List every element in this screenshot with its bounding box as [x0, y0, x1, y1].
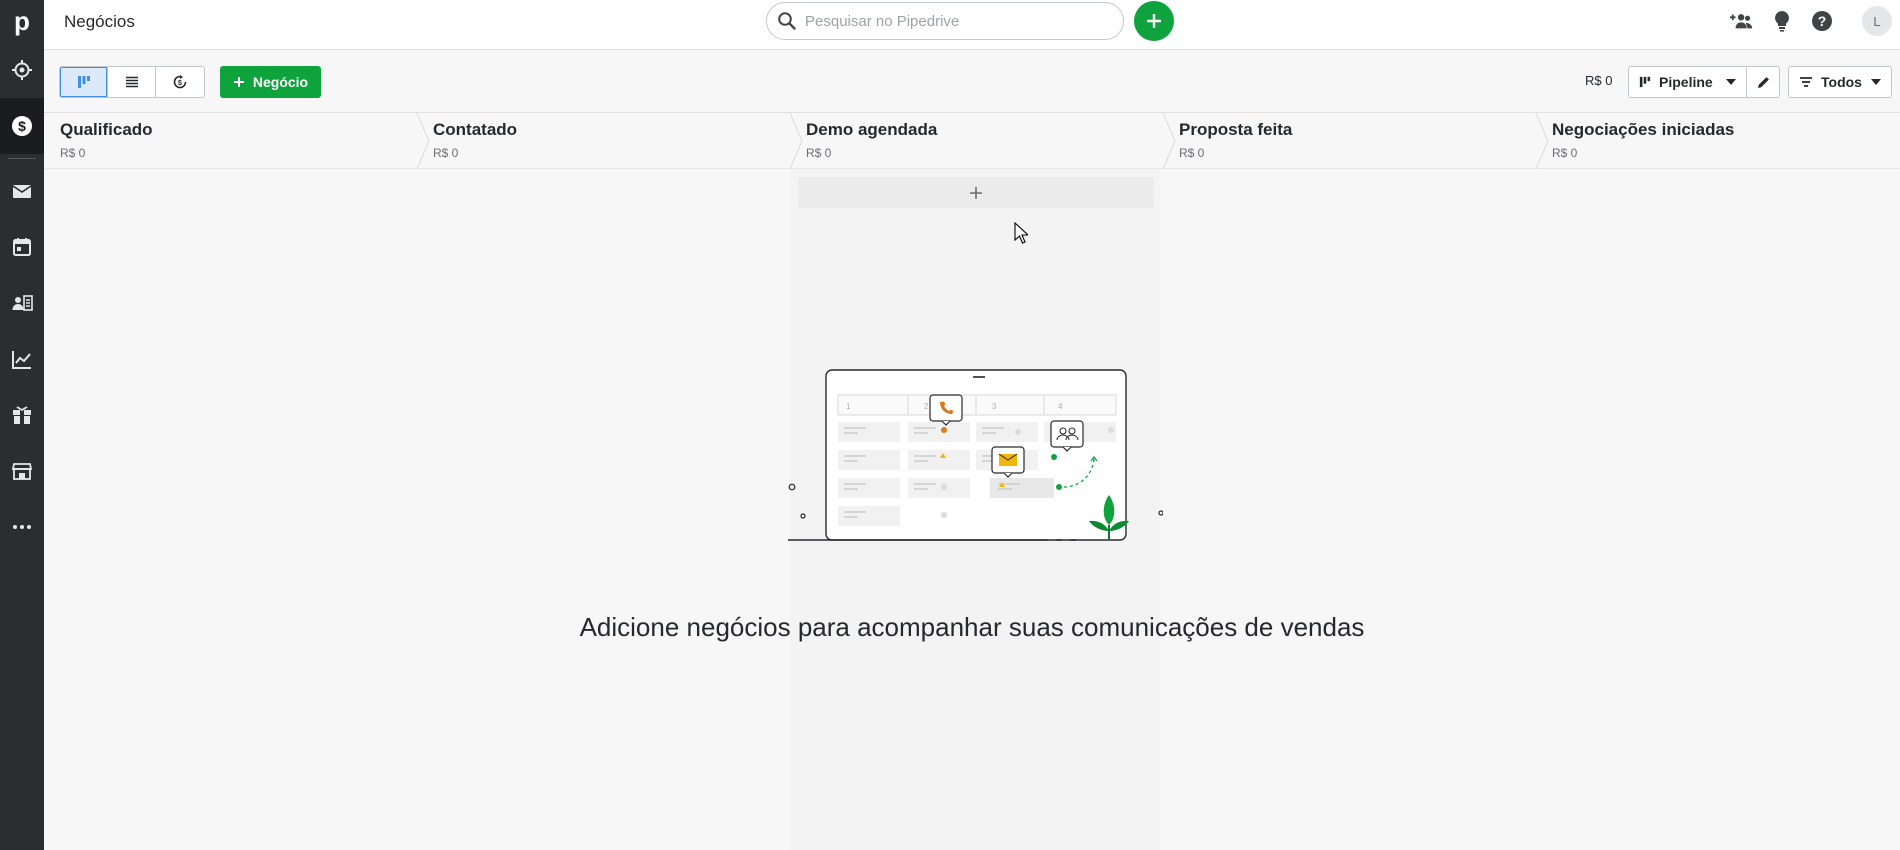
sidebar-item-insights[interactable]	[0, 331, 44, 387]
deals-toolbar: $ Negócio R$ 0 Pipeline Todos	[44, 51, 1900, 113]
sidebar-item-mail[interactable]	[0, 163, 44, 219]
svg-text:$: $	[178, 80, 182, 87]
illustration-stage-number: 1	[846, 402, 851, 411]
list-icon	[125, 76, 138, 88]
filter-label: Todos	[1821, 74, 1862, 90]
svg-text:$: $	[18, 118, 26, 134]
mouse-cursor-icon	[1014, 222, 1028, 244]
contacts-icon	[12, 295, 33, 311]
illustration-stage-number: 4	[1058, 402, 1063, 411]
chevron-down-icon	[1871, 79, 1881, 85]
left-sidebar: p $	[0, 0, 44, 850]
pipedrive-logo[interactable]: p	[0, 0, 44, 42]
chevron-down-icon	[1726, 79, 1736, 85]
invite-users-button[interactable]	[1730, 9, 1754, 33]
search-input[interactable]	[805, 12, 1123, 30]
tips-button[interactable]	[1770, 9, 1794, 33]
filter-selector[interactable]: Todos	[1788, 66, 1892, 98]
stage-name: Contatado	[433, 120, 518, 139]
page-title: Negócios	[64, 12, 135, 31]
add-user-icon	[1730, 14, 1753, 29]
list-view-button[interactable]	[108, 67, 156, 97]
pipeline-label: Pipeline	[1659, 74, 1713, 90]
store-icon	[11, 463, 33, 480]
stage-name: Proposta feita	[1179, 120, 1293, 139]
empty-pipeline-illustration: 1 2 3 4	[788, 369, 1163, 541]
stage-name: Negociações iniciadas	[1552, 120, 1735, 139]
plus-icon	[970, 186, 982, 199]
sidebar-divider	[8, 158, 36, 159]
pipeline-view-button[interactable]	[60, 67, 108, 97]
add-deal-in-stage-button[interactable]	[798, 177, 1154, 208]
plus-icon	[1147, 14, 1161, 28]
search-icon	[778, 12, 796, 30]
sidebar-item-leads[interactable]	[0, 42, 44, 98]
sidebar-item-marketplace[interactable]	[0, 443, 44, 499]
plus-icon	[233, 77, 244, 87]
stage-value: R$ 0	[806, 146, 832, 160]
sidebar-item-products[interactable]	[0, 387, 44, 443]
top-bar: Negócios ? L	[44, 0, 1900, 50]
calendar-icon	[13, 238, 31, 256]
view-switcher: $	[59, 66, 205, 98]
dollar-icon: $	[12, 116, 32, 136]
svg-text:?: ?	[1818, 13, 1827, 29]
quick-add-button[interactable]	[1134, 1, 1174, 41]
stage-header[interactable]: Demo agendada R$ 0	[790, 113, 1163, 169]
edit-pipeline-button[interactable]	[1746, 66, 1780, 98]
sidebar-item-activities[interactable]	[0, 219, 44, 275]
stage-header[interactable]: Contatado R$ 0	[417, 113, 790, 169]
stage-name: Demo agendada	[806, 120, 938, 139]
stage-header[interactable]: Proposta feita R$ 0	[1163, 113, 1536, 169]
sidebar-item-deals[interactable]: $	[0, 98, 44, 154]
filter-icon	[1800, 77, 1812, 87]
more-icon	[13, 525, 31, 529]
stage-value: R$ 0	[433, 146, 459, 160]
box-icon	[13, 406, 31, 424]
add-deal-button[interactable]: Negócio	[220, 66, 321, 98]
pipeline-stages: Qualificado R$ 0 Contatado R$ 0 Demo age…	[44, 113, 1900, 169]
help-button[interactable]: ?	[1810, 9, 1834, 33]
lightbulb-icon	[1775, 11, 1789, 32]
stage-name: Qualificado	[60, 120, 153, 139]
sidebar-item-contacts[interactable]	[0, 275, 44, 331]
stage-header[interactable]: Negociações iniciadas R$ 0	[1536, 113, 1900, 169]
stage-value: R$ 0	[1179, 146, 1205, 160]
kanban-icon	[1639, 76, 1651, 88]
illustration-stage-number: 3	[992, 402, 997, 411]
search-box[interactable]	[766, 2, 1124, 40]
pencil-icon	[1757, 76, 1769, 88]
user-avatar[interactable]: L	[1862, 6, 1892, 36]
sidebar-item-more[interactable]	[0, 499, 44, 555]
pipeline-selector[interactable]: Pipeline	[1628, 66, 1747, 98]
forecast-view-button[interactable]: $	[156, 67, 204, 97]
stage-header[interactable]: Qualificado R$ 0	[44, 113, 417, 169]
add-deal-label: Negócio	[252, 74, 309, 90]
target-icon	[12, 60, 32, 80]
pipeline-total-value: R$ 0	[1585, 73, 1613, 88]
mail-icon	[12, 185, 32, 198]
logo-letter: p	[14, 6, 30, 36]
kanban-icon	[77, 76, 90, 88]
chart-line-icon	[12, 351, 31, 369]
stage-value: R$ 0	[1552, 146, 1578, 160]
forecast-icon: $	[173, 75, 187, 89]
help-icon: ?	[1812, 11, 1832, 31]
empty-state-message: Adicione negócios para acompanhar suas c…	[579, 612, 1365, 642]
stage-value: R$ 0	[60, 146, 86, 160]
illustration-stage-number: 2	[924, 402, 929, 411]
